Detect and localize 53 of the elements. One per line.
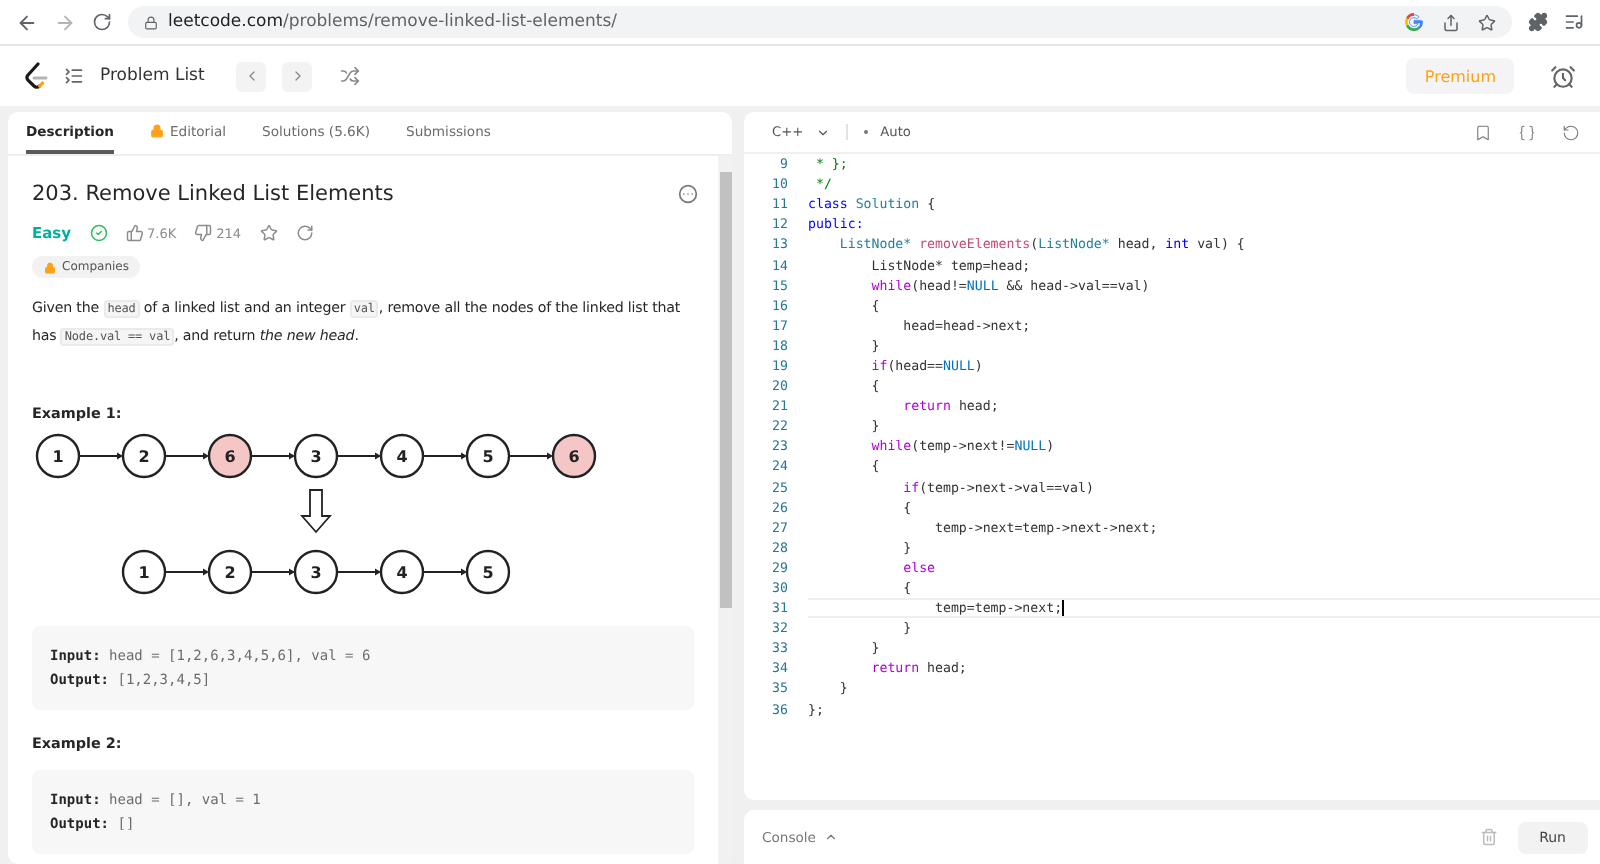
arrow-connector <box>250 568 295 576</box>
list-node: 3 <box>293 433 339 479</box>
list-icon[interactable] <box>64 66 84 86</box>
chevron-up-icon <box>823 830 838 844</box>
arrow-connector <box>250 452 295 460</box>
arrow-connector <box>164 568 209 576</box>
braces-icon[interactable] <box>1518 123 1536 141</box>
arrow-connector <box>336 452 381 460</box>
more-icon[interactable] <box>678 184 698 204</box>
g-logo-icon[interactable] <box>1404 12 1424 32</box>
arrow-connector <box>508 452 553 460</box>
arrow-connector <box>164 452 209 460</box>
arrow-connector <box>78 452 123 460</box>
reload-icon[interactable] <box>92 12 112 32</box>
list-node: 1 <box>35 433 81 479</box>
list-node: 3 <box>293 549 339 595</box>
list-node: 2 <box>207 549 253 595</box>
dislike-icon[interactable] <box>194 224 213 242</box>
list-node: 2 <box>121 433 167 479</box>
list-node: 4 <box>379 433 425 479</box>
list-node: 4 <box>379 549 425 595</box>
down-arrow-icon <box>300 489 332 534</box>
refresh-icon[interactable] <box>295 224 314 242</box>
like-icon[interactable] <box>125 224 144 242</box>
forward-icon[interactable] <box>54 11 76 33</box>
bookmark-icon[interactable] <box>1474 123 1492 141</box>
lock-icon <box>44 261 56 273</box>
problem-title: 203. Remove Linked List Elements <box>32 182 394 206</box>
star-icon[interactable] <box>259 224 278 242</box>
url-text: leetcode.com/problems/remove-linked-list-elements/ <box>168 12 618 32</box>
list-node: 1 <box>121 549 167 595</box>
star-icon[interactable] <box>1478 13 1496 31</box>
address-bar[interactable]: leetcode.com/problems/remove-linked-list-elements/ <box>128 6 1512 38</box>
chevron-down-icon <box>815 125 830 139</box>
list-node: 6 <box>207 433 253 479</box>
list-node: 5 <box>465 433 511 479</box>
reset-icon[interactable] <box>1562 123 1580 141</box>
logo-icon[interactable] <box>24 62 48 90</box>
share-icon[interactable] <box>1442 13 1460 31</box>
list-node: 5 <box>465 549 511 595</box>
problem-list-link[interactable]: Problem List <box>100 66 205 86</box>
media-icon[interactable] <box>1564 12 1584 32</box>
arrow-connector <box>422 452 467 460</box>
shuffle-icon[interactable] <box>340 66 361 86</box>
arrow-connector <box>336 568 381 576</box>
list-node: 6 <box>551 433 597 479</box>
trash-icon[interactable] <box>1479 828 1498 846</box>
timer-icon[interactable] <box>1550 63 1576 89</box>
puzzle-icon[interactable] <box>1528 12 1548 32</box>
lock-icon <box>144 15 158 29</box>
arrow-connector <box>422 568 467 576</box>
scrollbar[interactable] <box>718 156 732 864</box>
back-icon[interactable] <box>16 11 38 33</box>
